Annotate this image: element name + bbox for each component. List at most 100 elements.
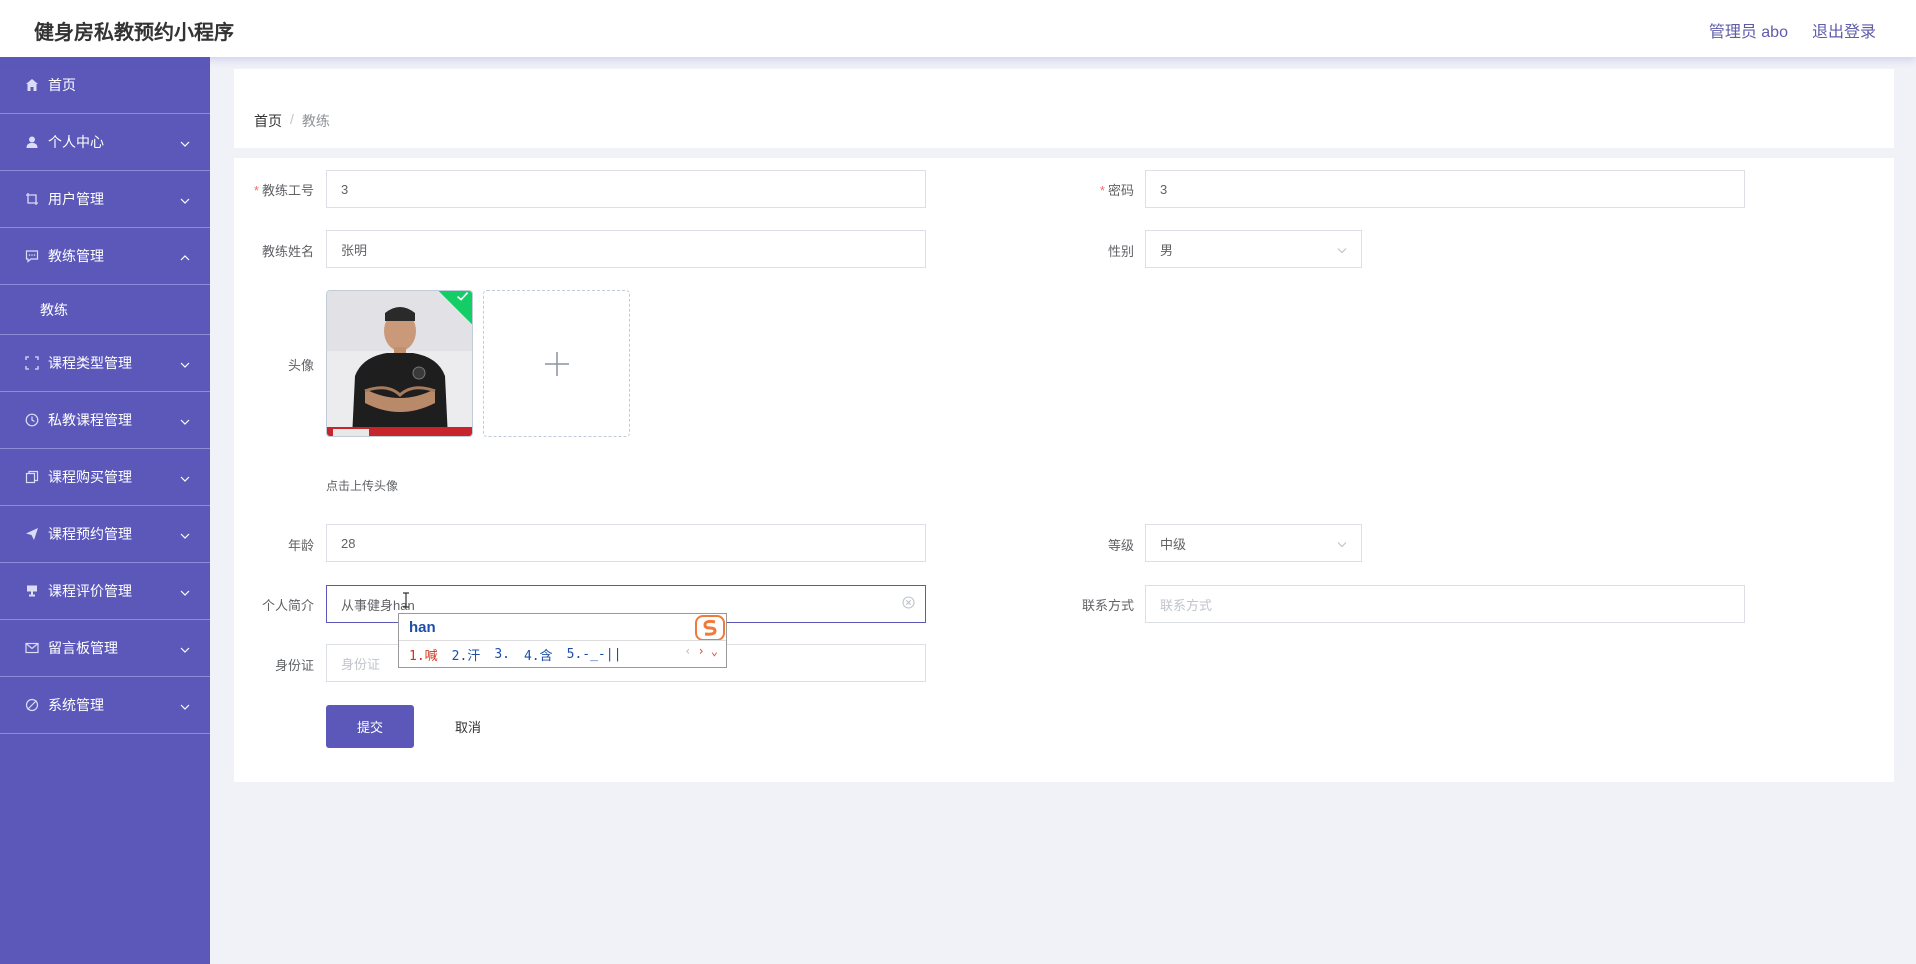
sidebar-item-private-course-management[interactable]: 私教课程管理 — [0, 392, 210, 449]
breadcrumb: 首页 / 教练 — [254, 111, 330, 131]
chevron-down-icon — [180, 526, 190, 542]
user-icon — [24, 134, 40, 150]
send-icon — [24, 526, 40, 542]
logout-link[interactable]: 退出登录 — [1812, 18, 1876, 42]
sidebar-item-user-management[interactable]: 用户管理 — [0, 171, 210, 228]
age-label: 年龄 — [287, 538, 314, 553]
ime-prev-icon[interactable]: ‹ — [684, 644, 691, 658]
sidebar: 首页 个人中心 用户管理 教练管理 教练 课程类型管理 私教课程管理 课程购买管… — [0, 57, 210, 964]
check-icon — [457, 292, 469, 301]
sidebar-item-coach-management[interactable]: 教练管理 — [0, 228, 210, 285]
sidebar-item-course-booking-management[interactable]: 课程预约管理 — [0, 506, 210, 563]
ime-candidate[interactable]: 1.喊 — [409, 645, 438, 664]
cancel-button[interactable]: 取消 — [440, 705, 496, 748]
clock-icon — [24, 412, 40, 428]
contact-placeholder: 联系方式 — [1160, 597, 1213, 613]
breadcrumb-home-link[interactable]: 首页 — [254, 111, 282, 131]
fullscreen-icon — [24, 355, 40, 371]
ime-candidate[interactable]: 3. — [494, 647, 510, 662]
sidebar-item-label: 课程类型管理 — [48, 355, 132, 371]
bio-label: 个人简介 — [261, 598, 314, 613]
avatar-label: 头像 — [287, 358, 314, 373]
gender-select[interactable]: 男 — [1145, 230, 1362, 268]
breadcrumb-current: 教练 — [301, 113, 330, 129]
top-bar: 健身房私教预约小程序 管理员 abo 退出登录 — [0, 0, 1916, 57]
chevron-down-icon — [180, 191, 190, 207]
sidebar-subitem-coach[interactable]: 教练 — [0, 285, 210, 335]
crop-icon — [24, 191, 40, 207]
coach-name-input[interactable]: 张明 — [326, 230, 926, 268]
plus-icon — [544, 351, 569, 376]
chevron-down-icon — [180, 134, 190, 150]
coach-name-label: 教练姓名 — [261, 244, 314, 259]
chat-icon — [24, 248, 40, 264]
sidebar-item-label: 教练管理 — [48, 248, 104, 264]
ime-page-nav: ‹ › ⌄ — [684, 644, 718, 658]
avatar-preview[interactable] — [326, 290, 473, 437]
ime-candidate[interactable]: 2.汗 — [452, 645, 481, 664]
sidebar-item-label: 首页 — [48, 77, 76, 93]
ime-candidate[interactable]: 4.含 — [524, 645, 553, 664]
sidebar-item-personal-center[interactable]: 个人中心 — [0, 114, 210, 171]
age-input[interactable]: 28 — [326, 524, 926, 562]
sidebar-item-label: 个人中心 — [48, 134, 104, 150]
ime-candidate-window: han 1.喊 2.汗 3. 4.含 5.-_-|| ‹ › ⌄ — [398, 613, 727, 668]
submit-button[interactable]: 提交 — [326, 705, 414, 748]
gender-label: 性别 — [1107, 244, 1134, 259]
sidebar-item-label: 私教课程管理 — [48, 412, 132, 428]
sidebar-item-label: 课程预约管理 — [48, 526, 132, 542]
clear-icon[interactable] — [902, 596, 915, 612]
settings-icon — [24, 697, 40, 713]
coach-id-label: * 教练工号 — [253, 183, 314, 198]
home-icon — [24, 77, 40, 93]
sidebar-item-label: 课程购买管理 — [48, 469, 132, 485]
sidebar-item-course-purchase-management[interactable]: 课程购买管理 — [0, 449, 210, 506]
ime-candidate-list: 1.喊 2.汗 3. 4.含 5.-_-|| — [399, 640, 726, 668]
admin-user-label[interactable]: 管理员 abo — [1709, 18, 1788, 42]
contact-input[interactable]: 联系方式 — [1145, 585, 1745, 623]
coach-id-input[interactable]: 3 — [326, 170, 926, 208]
chevron-down-icon — [180, 697, 190, 713]
breadcrumb-separator: / — [290, 111, 294, 127]
level-label: 等级 — [1107, 538, 1134, 553]
chevron-up-icon — [180, 248, 190, 264]
sidebar-item-message-board-management[interactable]: 留言板管理 — [0, 620, 210, 677]
sidebar-item-label: 用户管理 — [48, 191, 104, 207]
id-card-label: 身份证 — [274, 658, 314, 673]
top-right-actions: 管理员 abo 退出登录 — [1709, 18, 1876, 42]
sidebar-item-course-review-management[interactable]: 课程评价管理 — [0, 563, 210, 620]
ime-candidate[interactable]: 5.-_-|| — [567, 647, 622, 662]
copy-icon — [24, 469, 40, 485]
sidebar-item-system-management[interactable]: 系统管理 — [0, 677, 210, 734]
level-value: 中级 — [1160, 536, 1187, 552]
password-label: * 密码 — [1099, 183, 1134, 198]
sidebar-item-course-type-management[interactable]: 课程类型管理 — [0, 335, 210, 392]
sidebar-item-label: 课程评价管理 — [48, 583, 132, 599]
chevron-down-icon — [180, 583, 190, 599]
sidebar-item-label: 留言板管理 — [48, 640, 118, 656]
text-cursor-icon — [403, 592, 409, 608]
chevron-down-icon — [1337, 242, 1347, 257]
ime-expand-icon[interactable]: ⌄ — [711, 644, 718, 658]
app-title: 健身房私教预约小程序 — [34, 22, 234, 44]
avatar-upload-button[interactable] — [483, 290, 630, 437]
chevron-down-icon — [1337, 536, 1347, 551]
contact-label: 联系方式 — [1081, 598, 1134, 613]
chevron-down-icon — [180, 469, 190, 485]
level-select[interactable]: 中级 — [1145, 524, 1362, 562]
sidebar-item-label: 系统管理 — [48, 697, 104, 713]
avatar-upload-hint: 点击上传头像 — [326, 479, 399, 493]
ime-next-icon[interactable]: › — [698, 644, 705, 658]
breadcrumb-card: 首页 / 教练 — [234, 69, 1894, 148]
id-card-placeholder: 身份证 — [341, 656, 381, 672]
coach-photo — [327, 291, 472, 436]
chevron-down-icon — [180, 355, 190, 371]
trophy-icon — [24, 583, 40, 599]
sidebar-subitem-label: 教练 — [40, 301, 68, 318]
ime-composition: han — [409, 619, 436, 636]
chevron-down-icon — [180, 412, 190, 428]
sidebar-item-home[interactable]: 首页 — [0, 57, 210, 114]
message-icon — [24, 640, 40, 656]
password-input[interactable]: 3 — [1145, 170, 1745, 208]
gender-value: 男 — [1160, 242, 1174, 258]
